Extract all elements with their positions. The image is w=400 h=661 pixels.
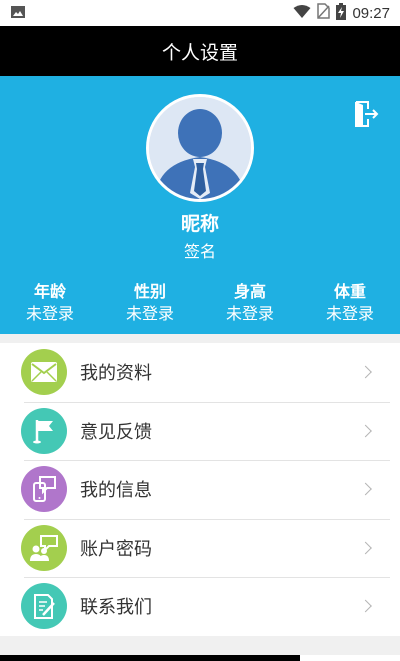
image-icon bbox=[10, 4, 26, 23]
menu-item-label: 我的信息 bbox=[80, 480, 152, 502]
section-gap bbox=[0, 334, 400, 343]
stat-value: 未登录 bbox=[25, 304, 74, 323]
title-bar: 个人设置 bbox=[0, 26, 400, 76]
document-edit-icon bbox=[21, 583, 67, 630]
status-time: 09:27 bbox=[352, 4, 390, 22]
stat-label: 性别 bbox=[133, 282, 166, 301]
stats-row: 年龄 未登录 性别 未登录 身高 未登录 体重 未登录 bbox=[0, 282, 400, 326]
profile-header: 昵称 签名 年龄 未登录 性别 未登录 身高 未登录 体重 未登录 bbox=[0, 76, 400, 334]
status-bar: 09:27 bbox=[0, 0, 400, 26]
stat-label: 体重 bbox=[333, 282, 366, 301]
menu-item-label: 账户密码 bbox=[80, 538, 152, 560]
battery-charging-icon bbox=[336, 2, 347, 24]
menu-item-feedback[interactable]: 意见反馈 bbox=[0, 401, 400, 461]
wifi-icon bbox=[293, 4, 311, 23]
stat-value: 未登录 bbox=[125, 304, 174, 323]
stat-age: 年龄 未登录 bbox=[0, 282, 100, 326]
avatar-placeholder-icon bbox=[149, 97, 251, 199]
nickname[interactable]: 昵称 bbox=[0, 209, 400, 236]
bottom-nav-active-segment bbox=[300, 655, 400, 661]
stat-gender: 性别 未登录 bbox=[100, 282, 200, 326]
phone-chat-icon bbox=[21, 466, 67, 513]
signature: 签名 bbox=[183, 242, 216, 261]
logout-icon[interactable] bbox=[354, 100, 380, 128]
stat-value: 未登录 bbox=[325, 304, 374, 323]
chevron-right-icon bbox=[359, 424, 372, 438]
envelope-icon bbox=[21, 349, 67, 396]
menu-item-password[interactable]: 账户密码 bbox=[0, 518, 400, 578]
no-sim-icon bbox=[317, 3, 331, 23]
menu-item-label: 我的资料 bbox=[80, 363, 152, 385]
menu-item-contact[interactable]: 联系我们 bbox=[0, 577, 400, 636]
flag-icon bbox=[21, 407, 67, 454]
chevron-right-icon bbox=[359, 541, 372, 555]
bottom-nav-strip bbox=[0, 655, 400, 661]
menu-item-messages[interactable]: 我的信息 bbox=[0, 460, 400, 519]
page-title: 个人设置 bbox=[161, 41, 238, 64]
stat-label: 年龄 bbox=[33, 282, 66, 301]
settings-menu: 我的资料 意见反馈 我的信息 账户密码 联系我们 bbox=[0, 343, 400, 636]
chevron-right-icon bbox=[359, 482, 372, 496]
menu-item-label: 意见反馈 bbox=[80, 421, 152, 443]
users-chat-icon bbox=[21, 524, 67, 571]
stat-weight: 体重 未登录 bbox=[300, 282, 400, 326]
chevron-right-icon bbox=[359, 365, 372, 379]
stat-value: 未登录 bbox=[225, 304, 274, 323]
stat-height: 身高 未登录 bbox=[200, 282, 300, 326]
chevron-right-icon bbox=[359, 599, 372, 613]
menu-item-profile[interactable]: 我的资料 bbox=[0, 343, 400, 402]
stat-label: 身高 bbox=[233, 282, 266, 301]
avatar[interactable] bbox=[146, 94, 254, 202]
menu-item-label: 联系我们 bbox=[80, 597, 152, 619]
